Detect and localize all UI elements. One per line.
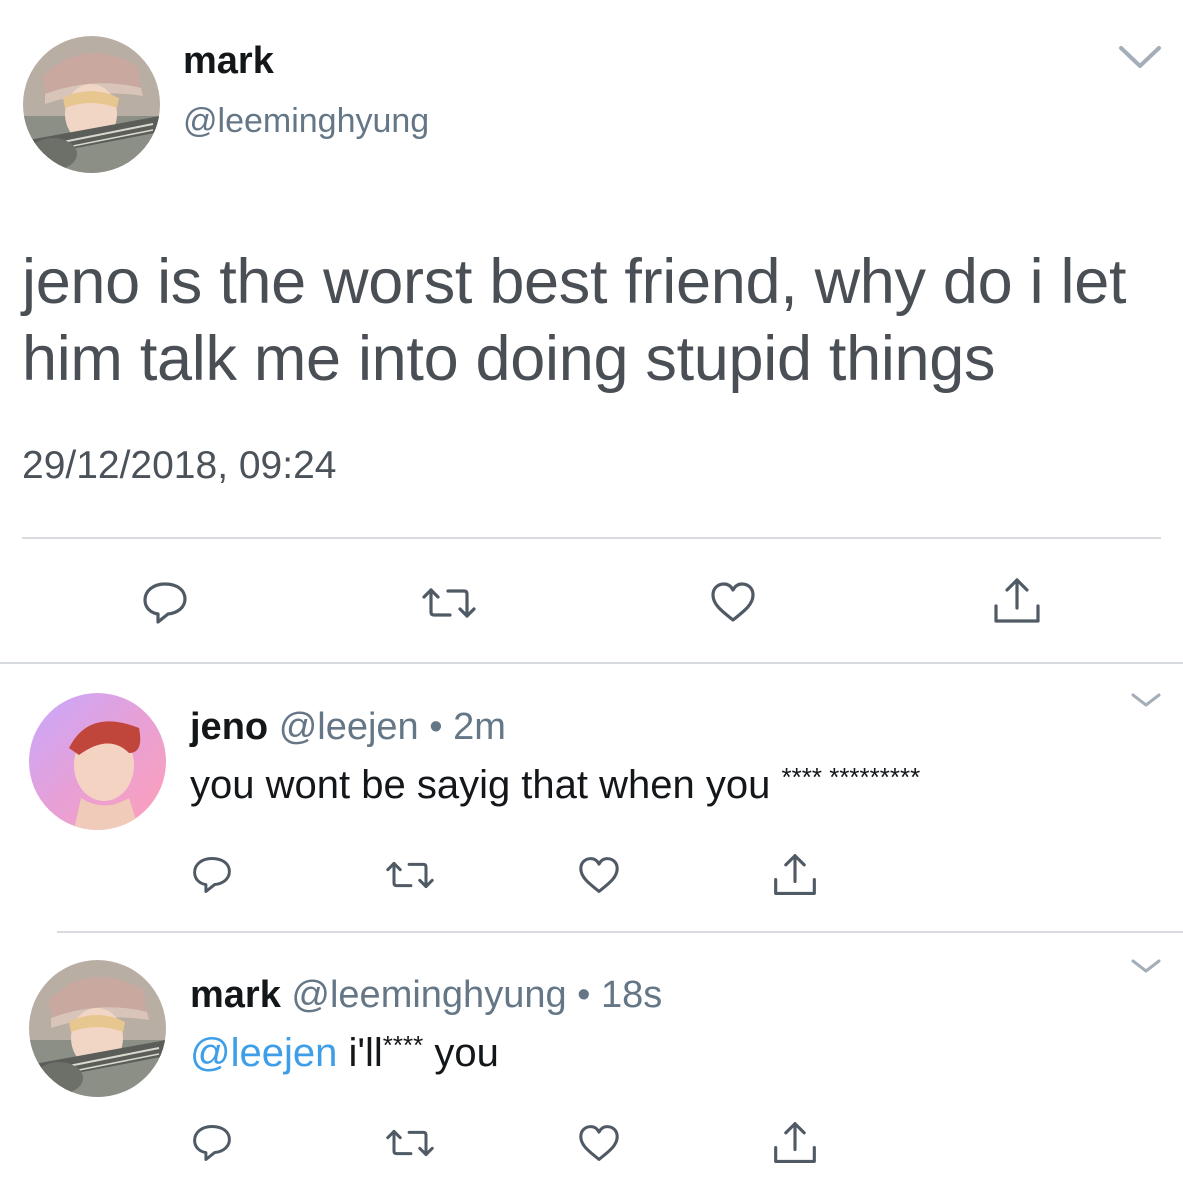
reply-author-name[interactable]: jeno	[190, 706, 268, 748]
tweet-timestamp: 29/12/2018, 09:24	[22, 444, 337, 487]
like-icon[interactable]	[709, 580, 757, 624]
reply-author-handle[interactable]: @leejen	[279, 706, 419, 748]
censored-text: **** *********	[781, 762, 921, 792]
reply-time: 18s	[601, 974, 663, 1016]
reply-time: 2m	[453, 706, 506, 748]
reply-body-start: i'll	[348, 1031, 383, 1075]
author-handle[interactable]: @leeminghyung	[183, 104, 429, 138]
retweet-icon[interactable]	[384, 1127, 436, 1159]
like-icon[interactable]	[577, 855, 621, 895]
separator-dot: •	[577, 974, 591, 1016]
chevron-down-icon[interactable]	[1118, 44, 1162, 70]
reply-author-name[interactable]: mark	[190, 974, 281, 1016]
retweet-icon[interactable]	[420, 585, 478, 621]
censored-text: ****	[382, 1030, 424, 1060]
share-icon[interactable]	[772, 852, 818, 898]
chevron-down-icon[interactable]	[1130, 692, 1162, 708]
reply-header: mark @leeminghyung • 18s	[190, 976, 662, 1014]
divider	[22, 537, 1161, 539]
reply-icon[interactable]	[191, 1123, 233, 1163]
retweet-icon[interactable]	[384, 859, 436, 891]
divider	[0, 662, 1183, 664]
author-name[interactable]: mark	[183, 42, 274, 80]
mention-link[interactable]: @leejen	[190, 1031, 337, 1075]
separator-dot: •	[429, 706, 443, 748]
reply-icon[interactable]	[141, 580, 189, 626]
reply-body: you wont be sayig that when you	[190, 763, 771, 807]
share-icon[interactable]	[992, 576, 1042, 626]
reply-text: you wont be sayig that when you **** ***…	[190, 764, 920, 805]
reply-text: @leejen i'll**** you	[190, 1032, 499, 1073]
tweet-text: jeno is the worst best friend, why do i …	[22, 247, 1127, 394]
reply-body-end: you	[434, 1031, 499, 1075]
share-icon[interactable]	[772, 1120, 818, 1166]
divider	[57, 931, 1183, 933]
avatar-mark[interactable]	[23, 36, 160, 173]
reply-author-handle[interactable]: @leeminghyung	[291, 974, 566, 1016]
like-icon[interactable]	[577, 1123, 621, 1163]
reply-header: jeno @leejen • 2m	[190, 708, 506, 746]
reply-icon[interactable]	[191, 855, 233, 895]
chevron-down-icon[interactable]	[1130, 958, 1162, 974]
avatar-mark[interactable]	[29, 960, 166, 1097]
avatar-jeno[interactable]	[29, 693, 166, 830]
